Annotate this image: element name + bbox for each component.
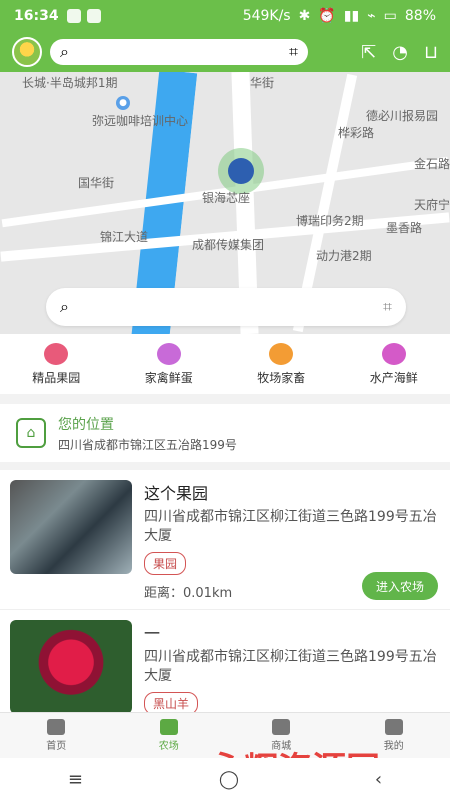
search-icon: ⌕ <box>60 297 69 316</box>
mall-icon <box>272 719 291 735</box>
scan-icon[interactable]: ⌗ <box>289 42 298 62</box>
farm-list: 这个果园 四川省成都市锦江区柳江街道三色路199号五冶大厦 果园 距离：0.01… <box>0 470 450 712</box>
category-label: 家禽鲜蛋 <box>144 370 193 385</box>
notification-icon <box>66 9 81 23</box>
category-label: 精品果园 <box>32 370 81 385</box>
map-label: 锦江大道 <box>100 230 149 244</box>
tab-home[interactable]: 首页 <box>0 713 113 758</box>
battery-text: 88% <box>404 8 436 24</box>
location-icon: ⌂ <box>16 418 46 448</box>
signal-icon: ▮▮ <box>343 8 360 24</box>
map-poi-icon: ● <box>116 96 130 110</box>
scan-icon[interactable]: ⌗ <box>383 297 392 317</box>
cart-icon[interactable]: ⊔ <box>424 42 438 63</box>
farm-name: 一 <box>144 624 161 643</box>
egg-icon <box>156 342 181 365</box>
category-item[interactable]: 水产海鲜 <box>349 342 439 386</box>
status-right: 549K/s ✱ ⏰ ▮▮ ⌁ ▭ 88% <box>243 8 436 24</box>
location-card[interactable]: ⌂ 您的位置 四川省成都市锦江区五冶路199号 <box>0 404 450 462</box>
seafood-icon <box>381 342 406 365</box>
map-label: 华街 <box>250 76 275 90</box>
farm-distance: 距离：0.01km <box>144 586 233 601</box>
location-address: 四川省成都市锦江区五冶路199号 <box>58 437 237 452</box>
category-strip: 精品果园 家禽鲜蛋 牧场家畜 水产海鲜 <box>0 334 450 394</box>
system-navigation-bar: ≡ ◯ ‹ <box>0 758 450 800</box>
map-label: 桦彩路 <box>338 126 375 140</box>
search-icon: ⌕ <box>60 42 69 61</box>
home-icon <box>47 719 66 735</box>
farm-tag: 果园 <box>144 552 187 575</box>
share-icon[interactable]: ⇱ <box>361 42 376 63</box>
status-bar: 16:34 549K/s ✱ ⏰ ▮▮ ⌁ ▭ 88% <box>0 0 450 32</box>
map-label: 长城·半岛城邦1期 <box>22 76 118 90</box>
menu-icon[interactable]: ≡ <box>68 769 83 790</box>
farm-tag: 黑山羊 <box>144 692 199 712</box>
enter-farm-button[interactable]: 进入农场 <box>362 572 438 600</box>
farm-thumbnail <box>10 620 132 712</box>
network-speed: 549K/s <box>242 8 291 24</box>
category-label: 水产海鲜 <box>369 370 418 385</box>
location-text: 您的位置 四川省成都市锦江区五冶路199号 <box>58 414 237 453</box>
fruit-icon <box>44 342 69 365</box>
farm-name: 这个果园 <box>144 484 209 503</box>
map-label: 墨香路 <box>386 221 423 235</box>
profile-icon <box>384 719 403 735</box>
battery-icon: ▭ <box>383 8 397 24</box>
top-search-box[interactable]: ⌕ ⌗ <box>50 39 308 65</box>
category-item[interactable]: 家禽鲜蛋 <box>124 342 214 386</box>
map-label: 博瑞印务2期 <box>296 214 364 228</box>
map-label: 成都传媒集团 <box>192 238 265 252</box>
tab-label: 我的 <box>383 741 404 752</box>
map-label: 弥远咖啡培训中心 <box>92 114 189 128</box>
chat-icon[interactable]: ◔ <box>392 42 408 63</box>
tab-farm[interactable]: 农场 <box>113 713 226 758</box>
tab-label: 首页 <box>46 741 67 752</box>
map-label: 国华街 <box>78 176 115 190</box>
status-left-icons <box>66 9 101 23</box>
wifi-icon: ⌁ <box>367 8 376 24</box>
farm-thumbnail <box>10 480 132 574</box>
map-label: 德必川报易园 <box>366 109 439 123</box>
map-search-box[interactable]: ⌕ ⌗ <box>46 288 406 326</box>
top-app-bar: ⌕ ⌗ ⇱ ◔ ⊔ <box>0 32 450 72</box>
weibo-icon <box>86 9 101 23</box>
farm-item[interactable]: 这个果园 四川省成都市锦江区柳江街道三色路199号五冶大厦 果园 距离：0.01… <box>0 470 450 610</box>
map-label: 银海芯座 <box>202 191 251 205</box>
top-actions: ⇱ ◔ ⊔ <box>361 42 438 63</box>
app-logo[interactable] <box>12 37 42 67</box>
current-location-marker <box>228 158 254 184</box>
bluetooth-icon: ✱ <box>298 8 311 24</box>
farm-address: 四川省成都市锦江区柳江街道三色路199号五冶大厦 <box>144 509 437 544</box>
alarm-icon: ⏰ <box>318 8 336 24</box>
tab-label: 农场 <box>158 741 179 752</box>
map-label: 天府宁 <box>414 198 450 212</box>
farm-address: 四川省成都市锦江区柳江街道三色路199号五冶大厦 <box>144 649 437 684</box>
category-item[interactable]: 精品果园 <box>11 342 101 386</box>
map-label: 动力港2期 <box>316 249 372 263</box>
status-time: 16:34 <box>14 8 59 24</box>
livestock-icon <box>269 342 294 365</box>
home-nav-icon[interactable]: ◯ <box>219 769 239 790</box>
farm-item[interactable]: 一 四川省成都市锦江区柳江街道三色路199号五冶大厦 黑山羊 <box>0 610 450 712</box>
category-item[interactable]: 牧场家畜 <box>236 342 326 386</box>
location-title: 您的位置 <box>58 416 114 433</box>
farm-icon <box>159 719 178 735</box>
map-label: 金石路 <box>414 157 450 171</box>
category-label: 牧场家畜 <box>257 370 306 385</box>
back-icon[interactable]: ‹ <box>375 769 382 790</box>
